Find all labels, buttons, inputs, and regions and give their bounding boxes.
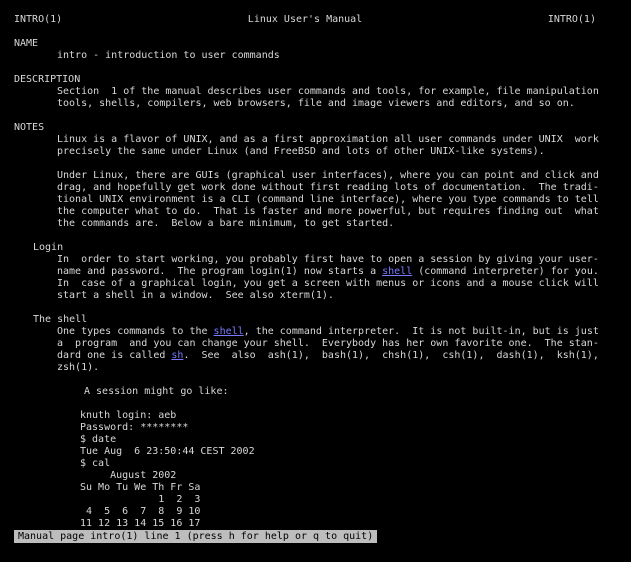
- shell-text: dard one is called: [57, 350, 172, 361]
- session-line: Tue Aug 6 23:50:44 CEST 2002: [80, 446, 255, 457]
- shell-text: . See also ash(1), bash(1), chsh(1), csh…: [183, 350, 599, 361]
- description-line: tools, shells, compilers, web browsers, …: [57, 98, 575, 109]
- login-text: (command interpreter) for you.: [412, 266, 599, 277]
- subsection-heading-shell: The shell: [33, 314, 88, 325]
- notes-line: drag, and hopefully get work done withou…: [57, 182, 599, 193]
- calendar-week: 4 5 6 7 8 9 10: [80, 506, 201, 517]
- section-heading-description: DESCRIPTION: [14, 74, 81, 85]
- calendar-week: 11 12 13 14 15 16 17: [80, 518, 201, 529]
- shell-line: One types commands to the shell, the com…: [14, 326, 626, 338]
- login-text: name and password. The program login(1) …: [57, 266, 383, 277]
- session-line: $ date: [80, 434, 117, 445]
- description-line: Section 1 of the manual describes user c…: [57, 86, 599, 97]
- name-text: intro - introduction to user commands: [57, 50, 280, 61]
- section-heading-name: NAME: [14, 38, 39, 49]
- notes-line: precisely the same under Linux (and Free…: [57, 146, 545, 157]
- calendar-month: August 2002: [80, 470, 177, 481]
- notes-line: Under Linux, there are GUIs (graphical u…: [57, 170, 599, 181]
- login-line: name and password. The program login(1) …: [14, 266, 626, 278]
- shell-link[interactable]: shell: [214, 326, 244, 337]
- session-line: Password: ********: [80, 422, 189, 433]
- login-line: start a shell in a window. See also xter…: [57, 290, 334, 301]
- shell-link[interactable]: shell: [382, 266, 412, 277]
- shell-line: a program and you can change your shell.…: [57, 338, 599, 349]
- header-right: INTRO(1): [547, 14, 596, 25]
- shell-line: dard one is called sh. See also ash(1), …: [14, 350, 626, 362]
- section-heading-notes: NOTES: [14, 122, 45, 133]
- header-left: INTRO(1): [14, 14, 63, 25]
- calendar-weekdays: Su Mo Tu We Th Fr Sa: [80, 482, 201, 493]
- man-page-content: INTRO(1) Linux User's Manual INTRO(1) NA…: [14, 14, 626, 530]
- login-line: In case of a graphical login, you get a …: [57, 278, 599, 289]
- shell-text: One types commands to the: [57, 326, 214, 337]
- notes-line: tional UNIX environment is a CLI (comman…: [57, 194, 599, 205]
- sh-link[interactable]: sh: [171, 350, 183, 361]
- login-line: In order to start working, you probably …: [57, 254, 599, 265]
- shell-line: zsh(1).: [57, 362, 100, 373]
- shell-text: , the command interpreter. It is not bui…: [243, 326, 599, 337]
- notes-line: the computer what to do. That is faster …: [57, 206, 599, 217]
- subsection-heading-login: Login: [33, 242, 64, 253]
- calendar-week: 1 2 3: [80, 494, 201, 505]
- session-intro: A session might go like:: [84, 386, 229, 397]
- man-header: INTRO(1) Linux User's Manual INTRO(1): [14, 14, 596, 26]
- pager-status-bar: Manual page intro(1) line 1 (press h for…: [14, 530, 378, 543]
- session-line: $ cal: [80, 458, 111, 469]
- header-center: Linux User's Manual: [247, 14, 363, 25]
- notes-line: Linux is a flavor of UNIX, and as a firs…: [57, 134, 599, 145]
- session-line: knuth login: aeb: [80, 410, 177, 421]
- notes-line: the commands are. Below a bare minimum, …: [57, 218, 395, 229]
